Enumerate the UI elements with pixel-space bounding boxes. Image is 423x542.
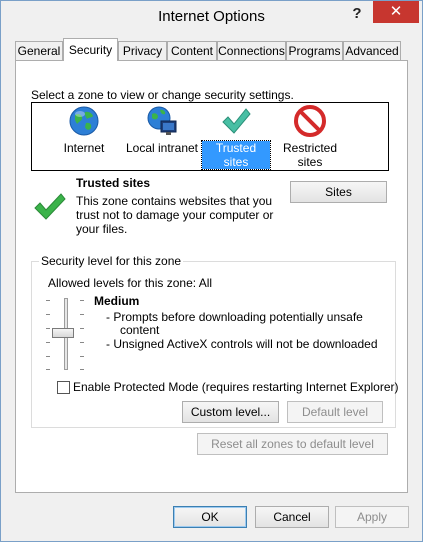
zone-instruction: Select a zone to view or change security… [31,88,294,102]
sites-button[interactable]: Sites [290,181,387,203]
apply-button[interactable]: Apply [335,506,409,528]
zone-local-intranet[interactable]: Local intranet [122,105,202,155]
checkmark-icon [220,105,252,137]
cancel-button[interactable]: Cancel [255,506,329,528]
tab-content[interactable]: Content [167,41,217,60]
ok-button[interactable]: OK [173,506,247,528]
zone-trusted-sites-label: Trusted sites [201,140,271,170]
zone-list: Internet Local intranet Trusted sites Re… [31,102,389,171]
allowed-levels-label: Allowed levels for this zone: All [48,276,213,290]
protected-mode-label: Enable Protected Mode (requires restarti… [73,380,399,394]
security-level-group: Security level for this zone Allowed lev… [31,254,396,428]
custom-level-button[interactable]: Custom level... [182,401,279,423]
reset-all-zones-button[interactable]: Reset all zones to default level [197,433,388,455]
internet-options-dialog: Internet Options ? ✕ General Security Pr… [0,0,423,542]
tab-security[interactable]: Security [63,38,118,61]
zone-description-line1: This zone contains websites that you [76,194,273,208]
protected-mode-checkbox[interactable] [57,381,70,394]
zone-internet[interactable]: Internet [54,105,114,155]
tab-privacy[interactable]: Privacy [118,41,167,60]
default-level-button[interactable]: Default level [287,401,383,423]
security-tab-panel: Select a zone to view or change security… [15,60,408,493]
title-bar: Internet Options ? ✕ [1,1,422,33]
close-button[interactable]: ✕ [373,1,419,23]
zone-internet-label: Internet [63,141,105,155]
zone-local-intranet-label: Local intranet [125,141,199,155]
tab-general[interactable]: General [15,41,63,60]
level-bullet1-line1: - Prompts before downloading potentially… [106,310,363,324]
slider-thumb[interactable] [52,328,74,338]
zone-restricted-sites[interactable]: Restricted sites [276,105,344,169]
restricted-icon [294,105,326,137]
security-level-group-label: Security level for this zone [39,254,184,268]
trusted-sites-large-check-icon [33,191,69,223]
tab-connections[interactable]: Connections [217,41,286,60]
tab-advanced[interactable]: Advanced [343,41,401,60]
zone-restricted-sites-label-line2: sites [297,155,323,169]
level-bullet1-line2: content [120,323,160,337]
zone-trusted-sites[interactable]: Trusted sites [201,105,271,170]
help-button[interactable]: ? [349,5,365,25]
zone-description-line3: your files. [76,222,128,236]
zone-description-line2: trust not to damage your computer or [76,208,274,222]
zone-title: Trusted sites [76,176,151,190]
intranet-icon [146,105,178,137]
globe-icon [68,105,100,137]
zone-restricted-sites-label-line1: Restricted [282,141,338,155]
tab-programs[interactable]: Programs [286,41,343,60]
security-level-name: Medium [94,294,140,308]
level-bullet2: - Unsigned ActiveX controls will not be … [106,337,378,351]
